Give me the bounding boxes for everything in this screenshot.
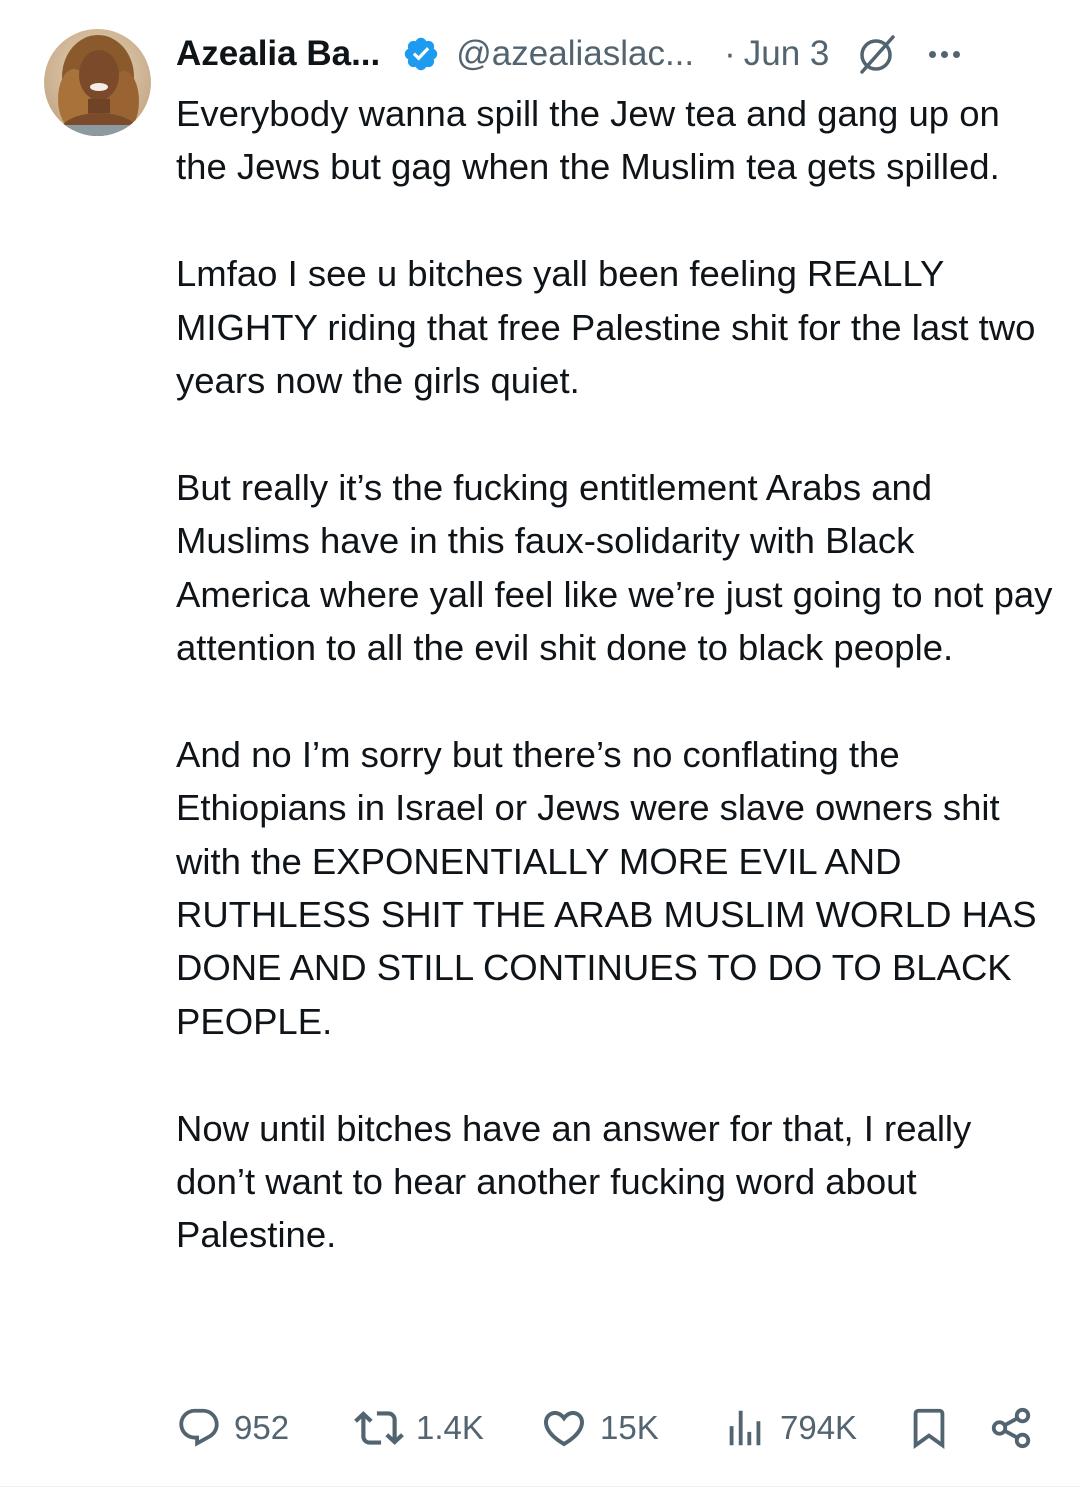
like-icon bbox=[540, 1404, 588, 1452]
tweet-paragraph: Now until bitches have an answer for tha… bbox=[176, 1107, 972, 1256]
avatar[interactable] bbox=[44, 29, 151, 136]
grok-icon[interactable] bbox=[855, 32, 899, 76]
repost-count: 1.4K bbox=[416, 1409, 484, 1446]
views-button[interactable]: 794K bbox=[722, 1403, 857, 1453]
tweet-paragraph: Everybody wanna spill the Jew tea and ga… bbox=[176, 93, 1000, 188]
reply-count: 952 bbox=[234, 1409, 290, 1446]
tweet[interactable]: Azealia Ba... @azealiaslac... · Jun 3 Ev… bbox=[0, 0, 1080, 1488]
tweet-date[interactable]: Jun 3 bbox=[744, 34, 830, 74]
repost-button[interactable]: 1.4K bbox=[354, 1403, 484, 1453]
reply-icon bbox=[176, 1405, 222, 1451]
verified-badge-icon bbox=[402, 35, 440, 73]
share-button[interactable] bbox=[988, 1403, 1034, 1453]
tweet-paragraph: Lmfao I see u bitches yall been feeling … bbox=[176, 253, 1036, 402]
repost-icon bbox=[354, 1403, 404, 1453]
bookmark-icon bbox=[906, 1405, 952, 1451]
action-bar: 952 1.4K 15K 794K bbox=[176, 1403, 1046, 1453]
like-button[interactable]: 15K bbox=[540, 1403, 659, 1453]
more-icon[interactable] bbox=[929, 50, 961, 58]
separator-dot: · bbox=[724, 34, 736, 73]
divider bbox=[0, 1486, 1080, 1487]
tweet-text: Everybody wanna spill the Jew tea and ga… bbox=[176, 87, 1056, 1262]
share-icon bbox=[988, 1405, 1034, 1451]
tweet-paragraph: And no I’m sorry but there’s no conflati… bbox=[176, 733, 1037, 1042]
author-name[interactable]: Azealia Ba... bbox=[176, 34, 380, 74]
tweet-header: Azealia Ba... @azealiaslac... · Jun 3 bbox=[176, 28, 1046, 80]
reply-button[interactable]: 952 bbox=[176, 1403, 289, 1453]
views-icon bbox=[722, 1405, 768, 1451]
views-count: 794K bbox=[780, 1409, 858, 1446]
tweet-paragraph: But really it’s the fucking entitlement … bbox=[176, 466, 1053, 669]
like-count: 15K bbox=[600, 1409, 659, 1446]
bookmark-button[interactable] bbox=[906, 1403, 952, 1453]
author-handle[interactable]: @azealiaslac... bbox=[456, 34, 694, 74]
